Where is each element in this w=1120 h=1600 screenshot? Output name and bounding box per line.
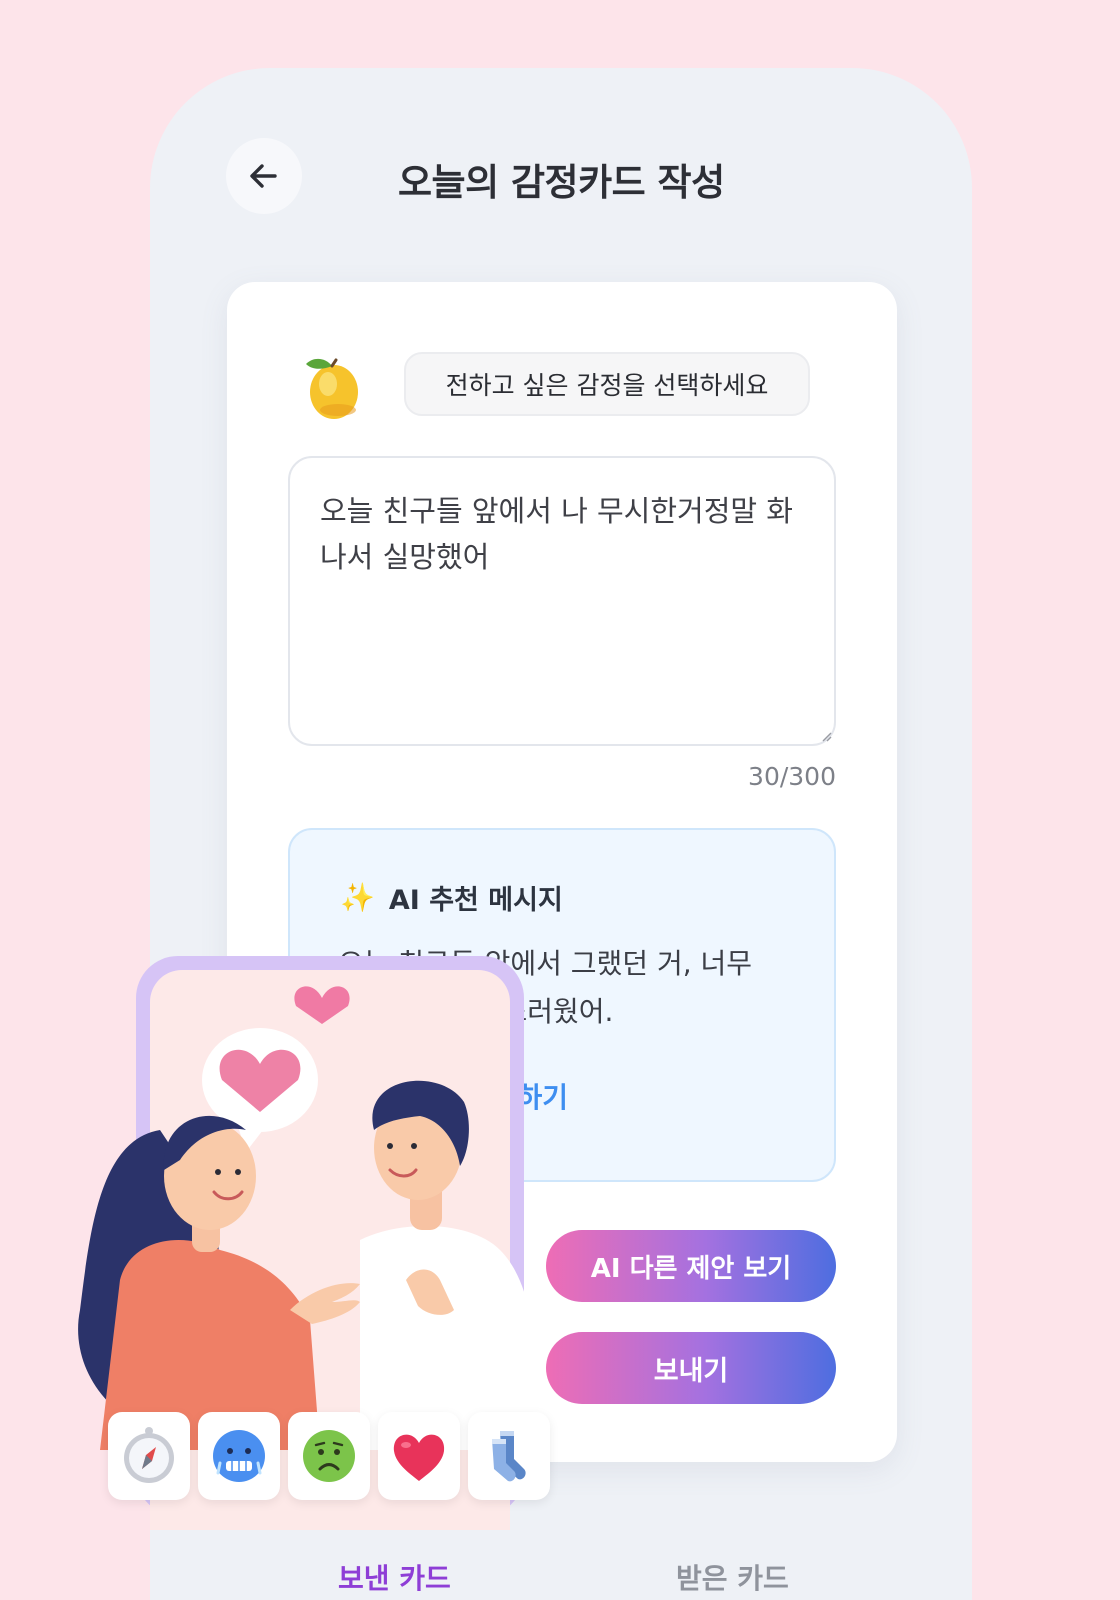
red-heart-icon — [393, 1434, 445, 1481]
emoji-tray — [108, 1412, 550, 1500]
emoji-option-compass[interactable] — [108, 1412, 190, 1500]
emoji-option-nauseated-face[interactable] — [288, 1412, 370, 1500]
tab-received-cards[interactable]: 받은 카드 — [676, 1557, 789, 1597]
message-textarea[interactable] — [288, 456, 836, 746]
emoji-option-socks[interactable] — [468, 1412, 550, 1500]
back-button[interactable] — [226, 138, 302, 214]
emotion-select-button[interactable]: 전하고 싶은 감정을 선택하세요 — [404, 352, 810, 416]
ai-recommendation-header: ✨ AI 추천 메시지 — [340, 878, 563, 917]
couple-illustration — [78, 986, 540, 1450]
compass-icon — [124, 1427, 174, 1483]
ai-recommendation-title: AI 추천 메시지 — [388, 885, 563, 916]
ai-suggest-button[interactable]: AI 다른 제안 보기 — [546, 1230, 836, 1302]
arrow-left-icon — [250, 164, 277, 188]
send-button[interactable]: 보내기 — [546, 1332, 836, 1404]
cold-face-icon — [213, 1430, 265, 1482]
socks-icon — [492, 1431, 526, 1482]
lemon-icon — [306, 358, 358, 419]
char-counter: 30/300 — [748, 762, 836, 791]
tab-sent-cards[interactable]: 보낸 카드 — [338, 1557, 451, 1597]
page-title: 오늘의 감정카드 작성 — [398, 161, 725, 204]
emoji-option-red-heart[interactable] — [378, 1412, 460, 1500]
nauseated-face-icon — [303, 1430, 355, 1482]
emoji-option-cold-face[interactable] — [198, 1412, 280, 1500]
sparkle-icon: ✨ — [340, 881, 375, 914]
resize-grip-icon[interactable] — [820, 730, 832, 742]
